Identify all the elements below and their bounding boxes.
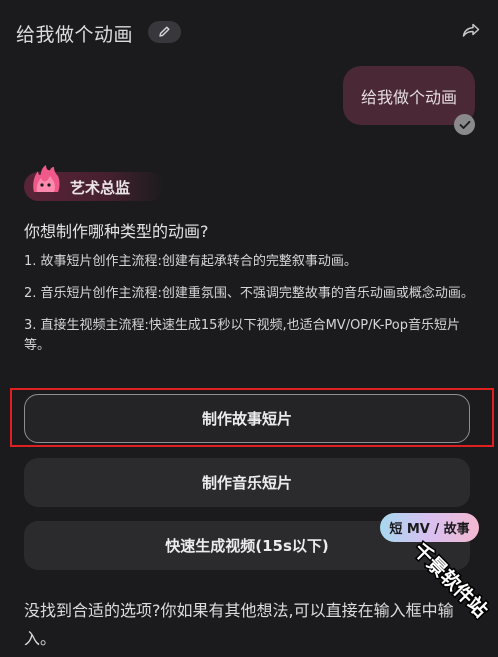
flame-mascot-icon	[28, 162, 64, 198]
conversation-title: 给我做个动画	[16, 24, 134, 46]
edit-title-button[interactable]	[148, 21, 181, 43]
footer-hint: 没找到合适的选项?你如果有其他想法,可以直接在输入框中输入。	[24, 601, 454, 648]
mv-story-badge: 短 MV / 故事	[380, 513, 479, 542]
user-message-bubble: 给我做个动画	[343, 66, 475, 125]
music-short-button[interactable]: 制作音乐短片	[24, 458, 470, 507]
option-description-list: 1. 故事短片创作主流程:创建有起承转合的完整叙事动画。 2. 音乐短片创作主流…	[24, 252, 476, 368]
check-icon	[454, 114, 475, 135]
agent-name: 艺术总监	[70, 179, 131, 197]
list-item: 3. 直接生视频主流程:快速生成15秒以下视频,也适合MV/OP/K-Pop音乐…	[24, 318, 460, 353]
option-label: 制作故事短片	[201, 410, 292, 428]
share-button[interactable]	[460, 22, 482, 42]
pencil-icon	[158, 23, 171, 42]
chat-screen: 给我做个动画 给我做个动画 艺术总监 你想制作哪种类型的动画? 1. 故事短片创…	[0, 0, 498, 657]
option-label: 制作音乐短片	[201, 474, 292, 492]
list-item: 2. 音乐短片创作主流程:创建重氛围、不强调完整故事的音乐动画或概念动画。	[24, 286, 474, 301]
list-item: 1. 故事短片创作主流程:创建有起承转合的完整叙事动画。	[24, 254, 357, 269]
user-message-text: 给我做个动画	[360, 87, 457, 107]
share-icon	[462, 23, 480, 42]
badge-text: 短 MV / 故事	[389, 522, 470, 537]
reply-question: 你想制作哪种类型的动画?	[24, 222, 209, 241]
option-label: 快速生成视频(15s以下)	[165, 537, 329, 555]
story-short-button[interactable]: 制作故事短片	[24, 394, 470, 443]
